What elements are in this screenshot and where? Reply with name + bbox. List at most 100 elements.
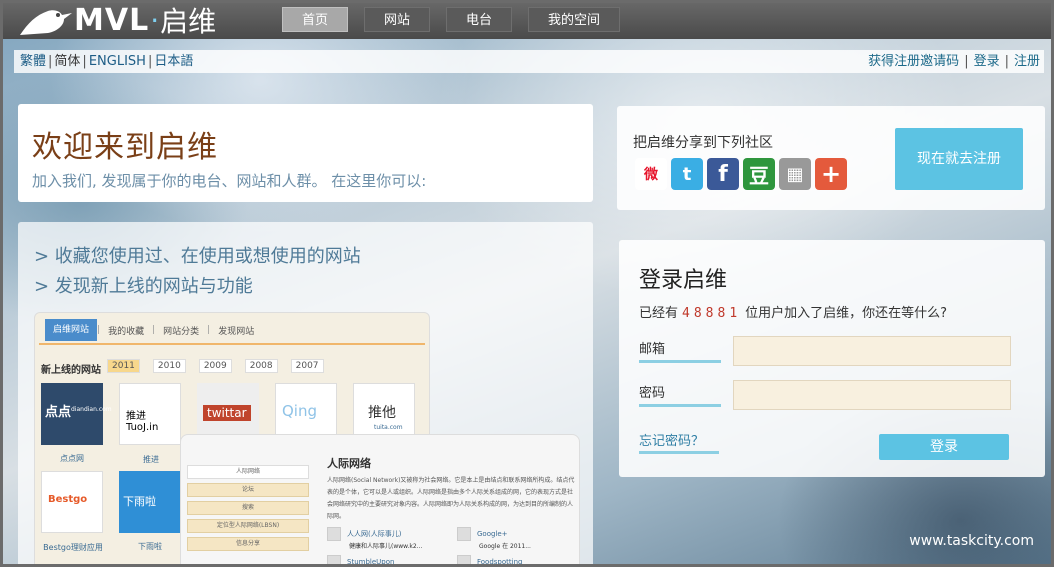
preview-side-item: 人际网络 (187, 465, 309, 479)
login-panel: 登录启维 已经有 48881 位用户加入了启维，你还在等什么? 邮箱 密码 忘记密码… (619, 240, 1045, 477)
login-button[interactable]: 登录 (879, 434, 1009, 460)
preview-site-item: 人人网(人际事儿) (327, 527, 401, 541)
account-links: 获得注册邀请码 | 登录 | 注册 (868, 50, 1040, 73)
preview-year: 2009 (198, 359, 232, 373)
preview-site-name: StumbleUpon (347, 558, 395, 566)
login-title: 登录启维 (639, 268, 728, 293)
preview-heading: 新上线的网站 (41, 365, 101, 376)
share-title: 把启维分享到下列社区 (633, 135, 773, 151)
logo-dot: · (150, 3, 160, 37)
lang-separator: | (82, 54, 87, 69)
preview-site-name: Google+ (477, 530, 508, 538)
facebook-icon[interactable]: f (707, 158, 739, 190)
site-favicon-icon (327, 527, 341, 541)
stat-pre: 已经有 (639, 306, 679, 321)
preview-site-sub: 健康和人际事儿(www.k2... (349, 543, 423, 550)
twitter-icon[interactable]: t (671, 158, 703, 190)
language-switcher: 繁體 | 简体 | ENGLISH | 日本語 (20, 50, 193, 73)
preview-years: 2011 2010 2009 2008 2007 (107, 359, 324, 373)
welcome-panel: 欢迎来到启维 加入我们, 发现属于你的电台、网站和人群。 在这里你可以: (18, 104, 593, 202)
login-link[interactable]: 登录 (974, 54, 1000, 69)
invite-code-link[interactable]: 获得注册邀请码 (868, 54, 959, 69)
preview-tab: 我的收藏 (108, 326, 145, 337)
watermark: www.taskcity.com (909, 533, 1034, 549)
email-field[interactable] (733, 336, 1011, 366)
nav-home[interactable]: 首页 (282, 7, 349, 32)
acct-separator: | (1004, 54, 1009, 69)
site-logo[interactable]: MVL · 启维 (18, 2, 216, 38)
thumb-label: 下雨啦 (138, 542, 162, 551)
preview-site-item: Google+ (457, 527, 508, 541)
preview-site-sub: Google 在 2011... (479, 543, 531, 550)
share-panel: 把启维分享到下列社区 微 t f 豆 ▦ + 现在就去注册 (617, 106, 1045, 210)
register-now-button[interactable]: 现在就去注册 (895, 128, 1023, 190)
main-nav: 首页 网站 电台 我的空间 (282, 7, 621, 32)
bird-logo-icon (20, 10, 72, 36)
lang-english[interactable]: ENGLISH (89, 54, 146, 69)
acct-separator: | (964, 54, 969, 69)
feature-item: > 发现新上线的网站与功能 (34, 276, 253, 297)
top-nav-bar: MVL · 启维 首页 网站 电台 我的空间 (0, 0, 1054, 39)
thumb-text: twittar (203, 405, 251, 421)
nav-radio[interactable]: 电台 (446, 7, 513, 32)
preview-side-item: 信息分享 (187, 537, 309, 551)
lang-traditional[interactable]: 繁體 (20, 54, 46, 69)
preview-year: 2011 (107, 359, 140, 373)
preview-thumb: 推进 TuoJ.in 推进 (119, 383, 181, 464)
preview-site-name: 人人网(人际事儿) (347, 530, 402, 538)
site-favicon-icon (457, 527, 471, 541)
email-label: 邮箱 (639, 338, 721, 363)
douban-icon[interactable]: 豆 (743, 158, 775, 190)
preview-site-item: StumbleUpon (327, 555, 395, 566)
stat-post: 位用户加入了启维，你还在等什么? (745, 306, 948, 321)
thumb-label: 推进 (143, 455, 159, 464)
logo-cn: 启维 (160, 5, 217, 38)
category-preview-screenshot: 人际网络 论坛 搜索 定位型人际网络(LBSN) 信息分享 人际网络 人际网络(… (180, 434, 580, 567)
preview-category-desc: 人际网络(Social Network)又被称为社会网络。它是本上是由结点和联系… (327, 477, 575, 520)
thumb-text: 推他 (368, 405, 396, 421)
site-favicon-icon (327, 555, 341, 566)
forgot-password-link[interactable]: 忘记密码？ (639, 430, 719, 454)
lang-japanese[interactable]: 日本語 (154, 54, 193, 69)
preview-divider (39, 343, 425, 345)
thumb-sub: diandian.com (71, 406, 112, 413)
preview-tab: 发现网站 (218, 326, 255, 337)
preview-year: 2007 (290, 359, 324, 373)
preview-side-item: 论坛 (187, 483, 309, 497)
features-panel: > 收藏您使用过、在使用或想使用的网站 > 发现新上线的网站与功能 启维网站 | … (18, 222, 593, 567)
lang-simplified[interactable]: 简体 (54, 54, 80, 69)
preview-year: 2010 (152, 359, 186, 373)
user-count-text: 已经有 48881 位用户加入了启维，你还在等什么? (639, 302, 947, 321)
weibo-icon[interactable]: 微 (635, 158, 667, 190)
password-label: 密码 (639, 382, 721, 407)
preview-site-name: Foodspotting (477, 558, 523, 566)
preview-tab: 网站分类 (163, 326, 200, 337)
thumb-label: Bestgo理财应用 (43, 543, 103, 552)
thumb-label: 点点网 (60, 454, 84, 463)
thumb-text: Qing (282, 402, 318, 420)
nav-sites[interactable]: 网站 (364, 7, 431, 32)
share-icons: 微 t f 豆 ▦ + (635, 158, 847, 190)
thumb-text: Bestgo (48, 494, 88, 505)
thumb-text: 点点 (45, 405, 72, 420)
preview-thumb: Bestgo Bestgo理财应用 (41, 471, 103, 552)
thumb-text: 下雨啦 (123, 495, 156, 508)
welcome-title: 欢迎来到启维 (32, 130, 218, 165)
nav-my-space[interactable]: 我的空间 (528, 7, 621, 32)
preview-category-title: 人际网络 (327, 457, 371, 470)
preview-tabs: 启维网站 | 我的收藏 | 网站分类 | 发现网站 (45, 319, 262, 341)
preview-side-item: 搜索 (187, 501, 309, 515)
preview-side-item: 定位型人际网络(LBSN) (187, 519, 309, 533)
user-count: 48881 (682, 306, 742, 321)
preview-site-item: Foodspotting (457, 555, 523, 566)
plus-icon[interactable]: + (815, 158, 847, 190)
preview-tab: 启维网站 (45, 319, 98, 341)
preview-year: 2008 (244, 359, 278, 373)
welcome-subtitle: 加入我们, 发现属于你的电台、网站和人群。 在这里你可以: (32, 172, 427, 190)
preview-side-menu: 人际网络 论坛 搜索 定位型人际网络(LBSN) 信息分享 (187, 465, 309, 555)
site-favicon-icon (457, 555, 471, 566)
register-link[interactable]: 注册 (1014, 54, 1040, 69)
grid-icon[interactable]: ▦ (779, 158, 811, 190)
password-field[interactable] (733, 380, 1011, 410)
thumb-text: 推进 TuoJ.in (126, 411, 159, 433)
